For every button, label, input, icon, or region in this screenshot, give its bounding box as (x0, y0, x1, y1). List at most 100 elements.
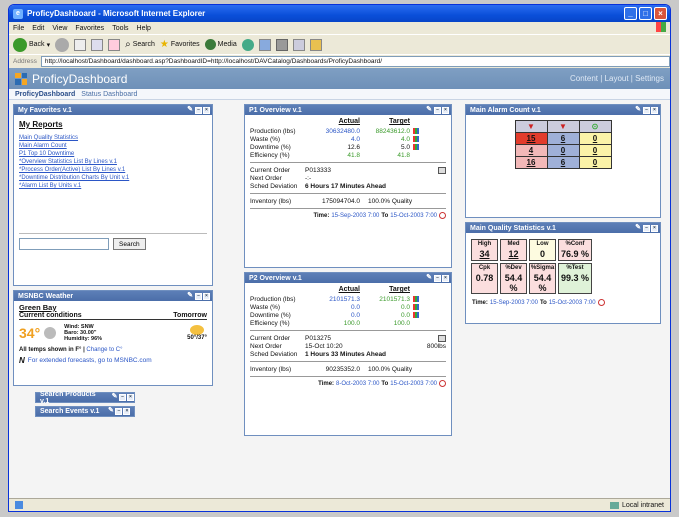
menu-help[interactable]: Help (137, 25, 151, 32)
maximize-button[interactable]: □ (639, 7, 652, 20)
clock-icon[interactable] (439, 380, 446, 387)
chart-icon[interactable] (413, 144, 419, 150)
minimize-icon[interactable]: – (434, 274, 441, 282)
report-link[interactable]: *Downtime Distribution Charts By Unit v.… (19, 175, 207, 181)
menu-view[interactable]: View (52, 25, 67, 32)
edit-icon[interactable]: ✎ (634, 106, 642, 114)
minimize-icon[interactable]: – (119, 394, 126, 401)
menu-tools[interactable]: Tools (112, 25, 128, 32)
chart-icon[interactable] (413, 128, 419, 134)
header-links[interactable]: Content | Layout | Settings (570, 74, 664, 83)
metric-actual: 12.6 (347, 143, 360, 151)
history-icon[interactable] (241, 38, 254, 51)
mail-icon[interactable] (258, 38, 271, 51)
report-link[interactable]: Main Alarm Count (19, 143, 207, 149)
close-icon[interactable]: × (442, 274, 449, 282)
metric-label: Downtime (%) (250, 143, 291, 151)
alarm-cell[interactable]: 6 (546, 156, 580, 169)
clock-icon[interactable] (597, 299, 605, 306)
media-button[interactable]: Media (204, 39, 237, 50)
close-icon[interactable]: × (651, 224, 658, 232)
home-icon[interactable] (108, 38, 121, 51)
edit-icon[interactable]: ✎ (425, 106, 433, 114)
close-icon[interactable]: × (123, 408, 131, 415)
favorites-button[interactable]: ★ Favorites (160, 39, 200, 50)
search-events-panel[interactable]: Search Events v.1 ✎ – × (35, 406, 135, 417)
edit-icon[interactable]: ✎ (107, 407, 114, 415)
stat-high[interactable]: High 34 (471, 239, 498, 261)
refresh-icon[interactable] (91, 38, 104, 51)
close-icon[interactable]: × (127, 394, 134, 401)
forward-button[interactable] (55, 37, 70, 52)
minimize-icon[interactable]: – (643, 106, 650, 114)
minimize-icon[interactable]: – (115, 408, 123, 415)
tab-proficy-dashboard[interactable]: ProficyDashboard (15, 91, 75, 98)
cloud-icon (44, 327, 57, 339)
alarm-cell[interactable]: 0 (546, 144, 580, 157)
order-details-icon[interactable] (438, 334, 446, 342)
minimize-icon[interactable]: – (195, 106, 202, 114)
current-order-label: Current Order (250, 334, 291, 342)
back-button[interactable]: Back ▾ (13, 37, 50, 52)
minimize-button[interactable]: _ (624, 7, 637, 20)
change-units-link[interactable]: Change to C° (86, 347, 122, 353)
print-icon[interactable] (275, 38, 288, 51)
alarm-cell[interactable]: 16 (514, 156, 548, 169)
chart-icon[interactable] (413, 312, 419, 318)
close-icon[interactable]: × (203, 106, 210, 114)
search-button[interactable]: ⌕ Search (125, 39, 155, 50)
menu-favorites[interactable]: Favorites (75, 25, 104, 32)
close-button[interactable]: × (654, 7, 667, 20)
alarm-cell[interactable]: 15 (514, 132, 548, 145)
address-input[interactable]: http://localhost/Dashboard/dashboard.asp… (40, 55, 670, 67)
report-link[interactable]: *Alarm List By Units v.1 (19, 183, 207, 189)
tab-status-dashboard[interactable]: Status Dashboard (81, 91, 137, 98)
panel-title: My Favorites v.1 (18, 106, 72, 114)
close-icon[interactable]: × (442, 106, 449, 114)
windows-logo-icon (656, 22, 666, 32)
next-order-label: Next Order (250, 174, 282, 182)
edit-icon[interactable]: ✎ (111, 393, 118, 401)
close-icon[interactable]: × (203, 292, 210, 300)
alarm-cell[interactable]: 6 (546, 132, 580, 145)
menu-file[interactable]: File (13, 25, 24, 32)
folder-icon[interactable] (309, 38, 322, 51)
chart-icon[interactable] (413, 296, 419, 302)
time-range: Time: 15-Sep-2003 7:00 To 15-Oct-2003 7:00 (466, 299, 660, 306)
edit-icon[interactable]: ✎ (425, 274, 433, 282)
msnbc-link[interactable]: For extended forecasts, go to MSNBC.com (28, 357, 152, 364)
stat-dev: %Dev 54.4 % (500, 263, 527, 294)
search-input[interactable] (19, 238, 109, 250)
edit-icon[interactable]: ✎ (186, 106, 194, 114)
search-products-panel[interactable]: Search Products v.1 ✎ – × (35, 391, 135, 405)
edit-icon[interactable]: ✎ (186, 292, 194, 300)
edit-icon[interactable]: ✎ (634, 224, 642, 232)
alarm-cell[interactable]: 4 (514, 144, 548, 157)
metric-actual: 30632480.0 (325, 127, 360, 135)
p2-overview-panel: P2 Overview v.1 ✎ – × Actual Target Product… (244, 272, 452, 436)
alarm-cell[interactable]: 0 (578, 156, 612, 169)
inventory-value: 90235352.0 (325, 365, 360, 373)
chart-icon[interactable] (413, 304, 419, 310)
alarm-count-panel: Main Alarm Count v.1 ✎–× ▼ ▼ ⊙ 15 6 0 (465, 104, 661, 218)
edit-icon[interactable] (292, 38, 305, 51)
report-link[interactable]: Main Quality Statistics (19, 135, 207, 141)
stop-icon[interactable] (74, 38, 87, 51)
panel-header: My Favorites v.1 ✎ – × (14, 105, 212, 115)
minimize-icon[interactable]: – (195, 292, 202, 300)
minimize-icon[interactable]: – (643, 224, 650, 232)
clock-icon[interactable] (439, 212, 446, 219)
report-link[interactable]: *Overview Statistics List By Lines v.1 (19, 159, 207, 165)
report-link[interactable]: *Process Order(Active) List By Lines v.1 (19, 167, 207, 173)
alarm-cell[interactable]: 0 (578, 144, 612, 157)
order-details-icon[interactable] (438, 166, 446, 174)
next-order: 15-Oct 10:20 (305, 342, 343, 350)
minimize-icon[interactable]: – (434, 106, 441, 114)
menu-edit[interactable]: Edit (32, 25, 44, 32)
chart-icon[interactable] (413, 136, 419, 142)
alarm-cell[interactable]: 0 (578, 132, 612, 145)
report-link[interactable]: P1 Top 10 Downtime (19, 151, 207, 157)
close-icon[interactable]: × (651, 106, 658, 114)
search-button[interactable]: Search (113, 238, 146, 250)
stat-med[interactable]: Med 12 (500, 239, 527, 261)
